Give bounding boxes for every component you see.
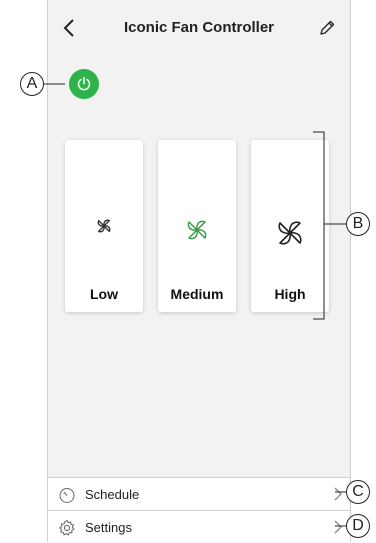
callout-d: D: [346, 514, 370, 538]
callout-c: C: [346, 480, 370, 504]
callout-b-bracket: [313, 131, 325, 320]
callout-b: B: [346, 212, 370, 236]
callout-a: A: [20, 72, 44, 96]
callout-lines: [44, 83, 346, 527]
